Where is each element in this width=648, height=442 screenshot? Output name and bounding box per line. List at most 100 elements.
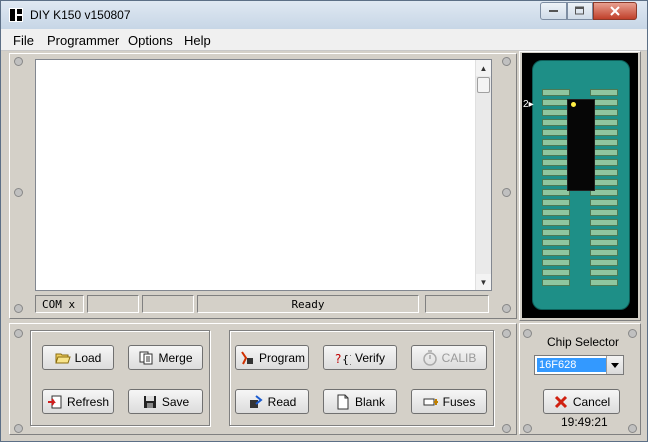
splitter-handle[interactable] [502,304,511,313]
status-cell-empty [142,295,194,313]
socket-pin [590,259,618,266]
splitter-handle[interactable] [502,188,511,197]
log-scrollbar[interactable]: ▲ ▼ [475,60,491,290]
merge-label: Merge [158,350,193,365]
read-button[interactable]: Read [235,389,309,414]
splitter-handle[interactable] [14,304,23,313]
socket-pin [590,249,618,256]
status-message: Ready [197,295,419,313]
socket-pin [542,119,570,126]
cancel-label: Cancel [572,394,611,409]
refresh-button[interactable]: Refresh [42,389,114,414]
socket-pin [542,229,570,236]
socket-pin [590,269,618,276]
socket-pin [590,229,618,236]
svg-text:?: ? [335,352,341,366]
clock-display: 19:49:21 [561,415,608,429]
scroll-down-icon[interactable]: ▼ [476,274,491,290]
socket-pin [542,219,570,226]
blank-button[interactable]: Blank [323,389,397,414]
status-port: COM x [35,295,84,313]
program-chip-icon [241,350,253,364]
cancel-x-icon [554,395,567,408]
close-icon [610,6,620,16]
socket-pin [542,249,570,256]
splitter-handle[interactable] [628,329,637,338]
blank-label: Blank [354,394,386,409]
maximize-button[interactable] [567,2,593,20]
splitter-handle[interactable] [14,329,23,338]
menu-help[interactable]: Help [184,33,211,48]
pin1-indicator: 2▸ [523,99,534,110]
socket-pin [542,239,570,246]
read-chip-icon [249,394,263,408]
socket-pin [542,209,570,216]
load-button[interactable]: Load [42,345,114,370]
cancel-button[interactable]: Cancel [543,389,620,414]
title-bar: DIY K150 v150807 [1,1,647,29]
verify-button[interactable]: ?{} Verify [323,345,397,370]
socket-pin [542,99,570,106]
socket-pin [542,159,570,166]
status-cell-empty [87,295,139,313]
chevron-down-icon[interactable] [606,356,623,374]
chip-pin1-dot [571,102,576,107]
splitter-handle[interactable] [628,424,637,433]
window-title: DIY K150 v150807 [30,8,131,22]
program-label: Program [258,350,305,365]
menu-programmer[interactable]: Programmer [47,33,119,48]
minimize-icon [548,10,558,12]
minimize-button[interactable] [540,2,567,20]
splitter-handle[interactable] [14,188,23,197]
load-label: Load [74,350,102,365]
splitter-handle[interactable] [523,329,532,338]
refresh-icon [47,395,62,408]
calib-label: CALIB [441,350,477,365]
save-label: Save [161,394,190,409]
save-button[interactable]: Save [128,389,203,414]
close-button[interactable] [593,2,637,20]
program-button[interactable]: Program [235,345,309,370]
socket-pins-left [542,89,570,289]
pin1-label: 2 [523,99,529,110]
maximize-icon [575,6,584,15]
menu-options[interactable]: Options [128,33,173,48]
calib-button[interactable]: CALIB [411,345,487,370]
chip-selector-value: 16F628 [537,358,606,372]
refresh-label: Refresh [66,394,110,409]
socket-pin [542,129,570,136]
read-label: Read [267,394,297,409]
fuses-button[interactable]: Fuses [411,389,487,414]
socket-pin [590,89,618,96]
chip-body [567,99,595,191]
menu-bar: File Programmer Options Help [1,29,647,51]
log-textarea[interactable]: ▲ ▼ [35,59,492,291]
verify-icon: ?{} [335,352,351,366]
splitter-handle[interactable] [523,424,532,433]
socket-pin [542,179,570,186]
socket-pin [542,199,570,206]
main-window: DIY K150 v150807 File Programmer Options… [0,0,648,442]
splitter-handle[interactable] [14,57,23,66]
fuses-label: Fuses [442,394,476,409]
svg-text:{}: {} [342,353,351,366]
documents-icon [139,351,153,364]
splitter-handle[interactable] [14,424,23,433]
socket-pin [590,199,618,206]
socket-pin [542,189,570,196]
blank-page-icon [337,394,349,409]
scroll-up-icon[interactable]: ▲ [476,60,491,76]
socket-pin [542,89,570,96]
scroll-thumb[interactable] [477,77,490,93]
socket-pin [542,139,570,146]
splitter-handle[interactable] [502,329,511,338]
splitter-handle[interactable] [502,57,511,66]
merge-button[interactable]: Merge [128,345,203,370]
socket-pin [590,239,618,246]
menu-file[interactable]: File [13,33,34,48]
socket-pin [590,209,618,216]
socket-pin [590,219,618,226]
splitter-handle[interactable] [502,424,511,433]
chip-selector-dropdown[interactable]: 16F628 [534,355,624,375]
socket-pin [590,279,618,286]
